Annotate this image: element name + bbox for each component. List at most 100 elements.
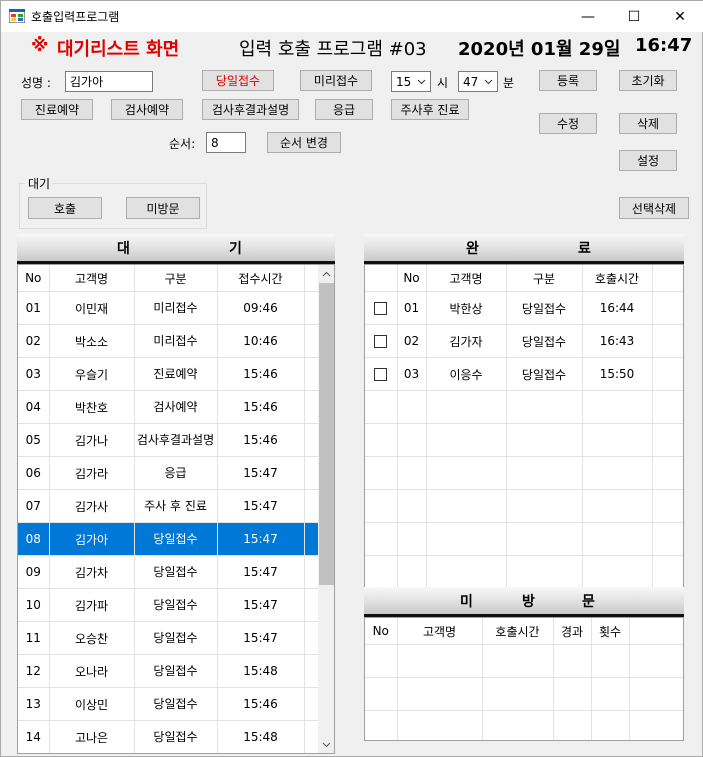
wait-scrollbar[interactable] <box>318 265 334 753</box>
minimize-button[interactable]: — <box>565 1 611 32</box>
call-button[interactable]: 호출 <box>28 197 102 219</box>
novisit-title-b: 방 <box>522 593 535 610</box>
same-day-button[interactable]: 당일접수 <box>202 70 274 91</box>
done-empty-row <box>365 456 683 490</box>
checkbox[interactable] <box>374 302 388 315</box>
wait-row[interactable]: 06 김가라 응급 15:47 <box>18 456 320 490</box>
wait-cell-type: 당일접수 <box>134 654 218 688</box>
done-cell-check[interactable] <box>365 291 398 325</box>
wait-row[interactable]: 07 김가사 주사 후 진료 15:47 <box>18 489 320 523</box>
order-change-button[interactable]: 순서 변경 <box>267 132 341 153</box>
wait-cell-time: 15:47 <box>217 621 305 655</box>
wait-row[interactable]: 12 오나라 당일접수 15:48 <box>18 654 320 688</box>
chevron-down-icon <box>484 79 493 84</box>
wait-cell-type: 당일접수 <box>134 621 218 655</box>
done-empty-row <box>365 522 683 556</box>
wait-cell-name: 김가아 <box>49 522 135 556</box>
minute-select[interactable]: 47 <box>458 71 498 92</box>
novisit-grid[interactable]: No 고객명 호출시간 경과 횟수 <box>364 617 684 741</box>
novisit-col-time: 호출시간 <box>482 618 554 645</box>
wait-cell-type: 검사후결과설명 <box>134 423 218 457</box>
done-grid[interactable]: No 고객명 구분 호출시간 01 박한상 당일접수 16:44 02 김가자 당일접수 16… <box>364 264 684 589</box>
name-label: 성명 : <box>21 76 51 90</box>
wait-row[interactable]: 13 이상민 당일접수 15:46 <box>18 687 320 721</box>
wait-cell-no: 10 <box>18 588 50 622</box>
no-visit-button[interactable]: 미방문 <box>126 197 200 219</box>
hour-value: 15 <box>396 74 412 89</box>
wait-row[interactable]: 08 김가아 당일접수 15:47 <box>18 522 320 556</box>
done-row[interactable]: 03 이응수 당일접수 15:50 <box>365 357 683 391</box>
reservation-button[interactable]: 진료예약 <box>21 99 93 120</box>
done-cell-type: 당일접수 <box>506 357 583 391</box>
wait-row[interactable]: 02 박소소 미리접수 10:46 <box>18 324 320 358</box>
date-display: 2020년 01월 29일 <box>458 39 621 60</box>
scroll-up-icon[interactable] <box>322 271 331 277</box>
done-row[interactable]: 02 김가자 당일접수 16:43 <box>365 324 683 358</box>
wait-col-name: 고객명 <box>49 265 135 292</box>
delete-button[interactable]: 삭제 <box>619 113 677 134</box>
wait-cell-time: 15:48 <box>217 720 305 753</box>
app-icon <box>9 9 25 23</box>
register-button[interactable]: 등록 <box>539 70 597 91</box>
wait-row[interactable]: 04 박찬호 검사예약 15:46 <box>18 390 320 424</box>
wait-cell-no: 13 <box>18 687 50 721</box>
close-button[interactable]: ✕ <box>657 1 703 32</box>
wait-grid[interactable]: No 고객명 구분 접수시간 01 이민재 미리접수 09:46 02 박소소 미리접수 10… <box>17 264 335 754</box>
reset-button[interactable]: 초기화 <box>619 70 677 91</box>
settings-button[interactable]: 설정 <box>619 150 677 171</box>
wait-row[interactable]: 10 김가파 당일접수 15:47 <box>18 588 320 622</box>
novisit-empty-row <box>365 644 683 678</box>
done-cell-no: 02 <box>397 324 427 358</box>
name-input[interactable]: 김가아 <box>65 71 153 92</box>
wait-cell-no: 03 <box>18 357 50 391</box>
wait-row[interactable]: 01 이민재 미리접수 09:46 <box>18 291 320 325</box>
hour-select[interactable]: 15 <box>391 71 431 92</box>
done-cell-name: 김가자 <box>426 324 507 358</box>
wait-cell-no: 05 <box>18 423 50 457</box>
wait-row[interactable]: 03 우슬기 진료예약 15:46 <box>18 357 320 391</box>
wait-cell-type: 미리접수 <box>134 324 218 358</box>
done-empty-row <box>365 489 683 523</box>
done-cell-check[interactable] <box>365 324 398 358</box>
novisit-table: No 고객명 호출시간 경과 횟수 <box>365 618 683 740</box>
wait-row[interactable]: 09 김가차 당일접수 15:47 <box>18 555 320 589</box>
wait-col-no: No <box>18 265 50 292</box>
wait-cell-type: 미리접수 <box>134 291 218 325</box>
done-row[interactable]: 01 박한상 당일접수 16:44 <box>365 291 683 325</box>
exam-result-button[interactable]: 검사후결과설명 <box>202 99 299 120</box>
checkbox[interactable] <box>374 335 388 348</box>
wait-cell-type: 주사 후 진료 <box>134 489 218 523</box>
wait-cell-no: 01 <box>18 291 50 325</box>
order-input[interactable]: 8 <box>206 132 246 153</box>
wait-cell-name: 김가차 <box>49 555 135 589</box>
wait-row[interactable]: 05 김가나 검사후결과설명 15:46 <box>18 423 320 457</box>
app-window: 호출입력프로그램 — ☐ ✕ ※ 대기리스트 화면 입력 호출 프로그램 #03… <box>0 0 703 757</box>
maximize-button[interactable]: ☐ <box>611 1 657 32</box>
order-label: 순서: <box>169 137 196 151</box>
wait-cell-name: 김가파 <box>49 588 135 622</box>
wait-row[interactable]: 14 고나은 당일접수 15:48 <box>18 720 320 753</box>
wait-cell-time: 15:47 <box>217 456 305 490</box>
minute-label: 분 <box>503 76 515 90</box>
wait-title-b: 기 <box>229 240 242 257</box>
wait-cell-name: 고나은 <box>49 720 135 753</box>
hour-label: 시 <box>437 76 449 90</box>
wait-col-type: 구분 <box>134 265 218 292</box>
done-cell-name: 이응수 <box>426 357 507 391</box>
done-empty-row <box>365 390 683 424</box>
selected-delete-button[interactable]: 선택삭제 <box>619 197 689 219</box>
edit-button[interactable]: 수정 <box>539 113 597 134</box>
exam-reservation-button[interactable]: 검사예약 <box>111 99 183 120</box>
pre-register-button[interactable]: 미리접수 <box>300 70 372 91</box>
done-cell-check[interactable] <box>365 357 398 391</box>
wait-row[interactable]: 11 오승찬 당일접수 15:47 <box>18 621 320 655</box>
done-col-type: 구분 <box>506 265 583 292</box>
wait-cell-no: 11 <box>18 621 50 655</box>
emergency-button[interactable]: 응급 <box>315 99 373 120</box>
wait-cell-no: 14 <box>18 720 50 753</box>
checkbox[interactable] <box>374 368 388 381</box>
injection-button[interactable]: 주사후 진료 <box>391 99 469 120</box>
wait-scroll-thumb[interactable] <box>319 283 334 585</box>
done-col-time: 호출시간 <box>582 265 653 292</box>
scroll-down-icon[interactable] <box>322 742 331 748</box>
